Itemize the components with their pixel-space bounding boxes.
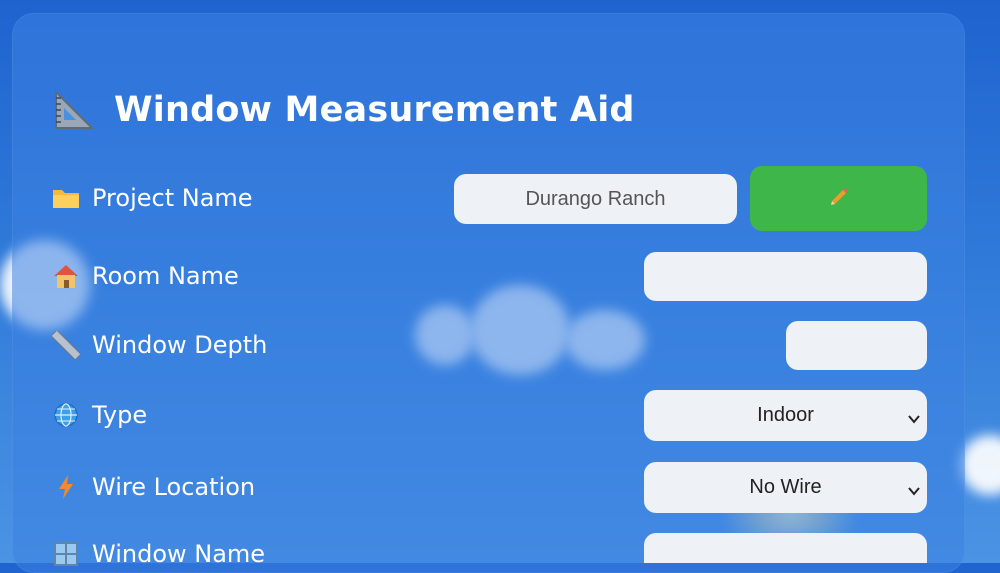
globe-icon [52,401,80,429]
lightning-icon [52,473,80,501]
project-name-value: Durango Ranch [525,187,666,210]
chevron-down-icon [907,481,921,496]
wire-selected-value: No Wire [749,476,822,498]
background-cloud [960,435,1000,495]
ruler-icon [52,331,80,359]
pencil-icon [828,186,850,212]
wire-location-label: Wire Location [52,473,255,501]
type-selected-value: Indoor [757,404,814,426]
project-name-label: Project Name [52,184,253,212]
chevron-down-icon [907,409,921,424]
window-name-input[interactable] [644,533,927,563]
type-select[interactable]: Indoor [644,390,927,441]
triangle-ruler-icon [52,88,96,132]
wire-location-select[interactable]: No Wire [644,462,927,513]
folder-icon [52,184,80,212]
window-icon [52,540,80,568]
room-name-label: Room Name [52,262,239,290]
window-depth-input[interactable] [786,321,927,370]
project-name-input[interactable]: Durango Ranch [454,174,737,224]
room-name-input[interactable] [644,252,927,301]
page-title-text: Window Measurement Aid [114,90,635,130]
house-icon [52,262,80,290]
page-title: Window Measurement Aid [52,88,635,132]
window-depth-label: Window Depth [52,331,267,359]
type-label: Type [52,401,147,429]
edit-project-button[interactable] [750,166,927,231]
window-name-label: Window Name [52,540,265,568]
